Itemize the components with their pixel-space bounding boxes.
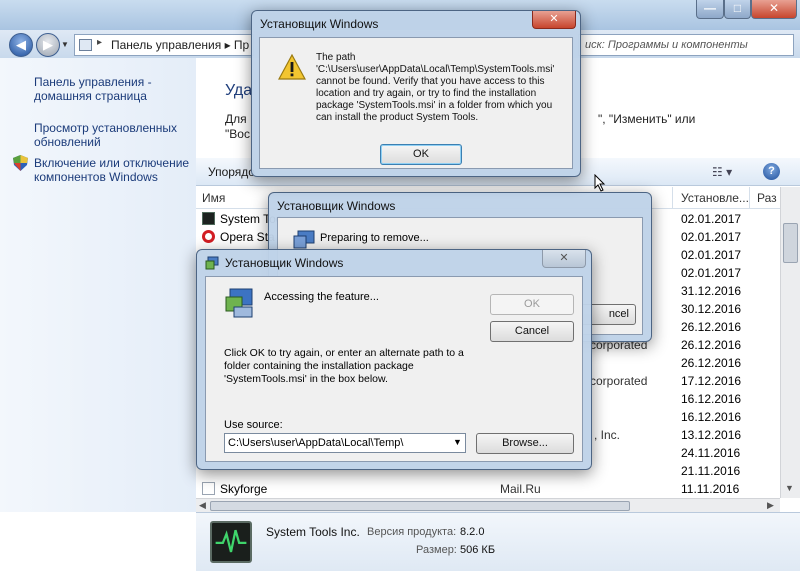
cancel-button[interactable]: Cancel bbox=[490, 321, 574, 342]
column-name[interactable]: Имя bbox=[202, 191, 225, 205]
scrollbar-thumb[interactable] bbox=[783, 223, 798, 263]
description-line-2: "Вос bbox=[225, 127, 250, 141]
source-path-combobox[interactable]: C:\Users\user\AppData\Local\Temp\ ▼ bbox=[224, 433, 466, 453]
remove-message: Preparing to remove... bbox=[320, 232, 429, 244]
details-publisher: System Tools Inc. bbox=[266, 525, 360, 539]
dialog-body: Accessing the feature... OK Cancel Click… bbox=[205, 276, 583, 462]
table-row[interactable]: Skyforge Mail.Ru 11.11.2016 bbox=[196, 480, 780, 498]
chevron-down-icon[interactable]: ▼ bbox=[453, 437, 462, 447]
address-bar[interactable]: ▸ Панель управления ▸ Пр bbox=[74, 34, 254, 56]
document-icon bbox=[202, 482, 215, 495]
horizontal-scrollbar[interactable]: ◀ ▶ bbox=[196, 498, 780, 512]
close-button[interactable]: ✕ bbox=[751, 0, 797, 19]
row-date: 16.12.2016 bbox=[681, 392, 742, 406]
row-publisher: , Inc. bbox=[594, 428, 621, 442]
minimize-button[interactable]: — bbox=[696, 0, 724, 19]
system-tools-icon bbox=[210, 521, 252, 563]
row-date: 26.12.2016 bbox=[681, 356, 742, 370]
scrollbar-thumb[interactable] bbox=[210, 501, 630, 511]
installer-icon bbox=[293, 230, 315, 249]
error-dialog: Установщик Windows ✕ The path 'C:\Users\… bbox=[251, 10, 581, 177]
accessing-message: Accessing the feature... bbox=[264, 291, 379, 303]
row-date: 24.11.2016 bbox=[681, 446, 741, 460]
close-button[interactable]: ✕ bbox=[532, 11, 576, 29]
row-date: 02.01.2017 bbox=[681, 248, 742, 262]
row-date: 13.12.2016 bbox=[681, 428, 742, 442]
description-line-1: Для bbox=[225, 112, 247, 126]
back-button[interactable]: ◀ bbox=[9, 33, 33, 57]
mouse-cursor-icon bbox=[594, 174, 606, 192]
row-name: Skyforge bbox=[220, 482, 268, 496]
page-description: Для "Вос bbox=[225, 112, 250, 142]
source-dialog: Установщик Windows ✕ Accessing the featu… bbox=[196, 249, 592, 470]
dialog-title: Установщик Windows bbox=[225, 256, 344, 270]
sidebar: Панель управления - домашняя страница Пр… bbox=[0, 58, 196, 512]
close-button[interactable]: ✕ bbox=[542, 250, 586, 268]
row-date: 02.01.2017 bbox=[681, 266, 742, 280]
browse-button[interactable]: Browse... bbox=[476, 433, 574, 454]
history-dropdown-icon[interactable]: ▼ bbox=[61, 40, 69, 49]
page-title: Уда bbox=[225, 82, 253, 99]
installer-icon bbox=[225, 288, 253, 318]
sidebar-features-link[interactable]: Включение или отключение компонентов Win… bbox=[34, 156, 194, 184]
details-size-label: Размер: bbox=[416, 544, 457, 556]
scroll-left-icon[interactable]: ◀ bbox=[199, 500, 206, 511]
sidebar-home-link[interactable]: Панель управления - домашняя страница bbox=[34, 75, 194, 103]
address-text: Панель управления ▸ Пр bbox=[111, 38, 250, 52]
scroll-down-icon[interactable]: ▼ bbox=[785, 483, 794, 493]
instructions-text: Click OK to try again, or enter an alter… bbox=[224, 347, 464, 385]
column-divider[interactable] bbox=[749, 187, 750, 209]
arrow-right-icon: ▶ bbox=[43, 37, 53, 52]
row-date: 17.12.2016 bbox=[681, 374, 742, 388]
arrow-left-icon: ◀ bbox=[16, 37, 26, 52]
details-version: 8.2.0 bbox=[460, 526, 485, 538]
use-source-label: Use source: bbox=[224, 419, 283, 431]
row-date: 30.12.2016 bbox=[681, 302, 742, 316]
error-message: The path 'C:\Users\user\AppData\Local\Te… bbox=[316, 52, 555, 123]
row-date: 26.12.2016 bbox=[681, 320, 742, 334]
help-icon[interactable]: ? bbox=[763, 163, 780, 180]
view-options-button[interactable]: ☷ ▾ bbox=[712, 165, 732, 179]
dialog-body: The path 'C:\Users\user\AppData\Local\Te… bbox=[259, 37, 573, 169]
warning-icon bbox=[278, 54, 306, 80]
chevron-right-icon: ▸ bbox=[97, 37, 103, 48]
details-version-label: Версия продукта: bbox=[367, 526, 457, 538]
row-date: 11.11.2016 bbox=[681, 482, 740, 496]
source-path-value: C:\Users\user\AppData\Local\Temp\ bbox=[228, 437, 404, 449]
details-pane: System Tools Inc. Версия продукта: 8.2.0… bbox=[196, 512, 800, 571]
installer-icon bbox=[205, 256, 219, 270]
row-name: Opera Sta bbox=[220, 230, 275, 244]
search-placeholder: иск: Программы и компоненты bbox=[585, 39, 748, 51]
organize-button[interactable]: Упорядо bbox=[208, 165, 255, 179]
forward-button[interactable]: ▶ bbox=[36, 33, 60, 57]
row-date: 31.12.2016 bbox=[681, 284, 742, 298]
row-date: 16.12.2016 bbox=[681, 410, 742, 424]
maximize-button[interactable]: □ bbox=[724, 0, 751, 19]
ok-button[interactable]: OK bbox=[490, 294, 574, 315]
row-date: 02.01.2017 bbox=[681, 230, 742, 244]
row-date: 02.01.2017 bbox=[681, 212, 742, 226]
column-size[interactable]: Раз bbox=[757, 191, 777, 205]
shield-icon bbox=[13, 155, 28, 171]
row-date: 21.11.2016 bbox=[681, 464, 741, 478]
scroll-right-icon[interactable]: ▶ bbox=[767, 500, 774, 511]
system-tools-icon bbox=[202, 212, 215, 225]
vertical-scrollbar[interactable]: ▼ bbox=[780, 187, 800, 498]
row-publisher: Mail.Ru bbox=[500, 482, 541, 496]
opera-icon bbox=[202, 230, 215, 243]
dialog-title: Установщик Windows bbox=[277, 199, 396, 213]
details-size: 506 КБ bbox=[460, 544, 496, 556]
row-date: 26.12.2016 bbox=[681, 338, 742, 352]
row-publisher: corporated bbox=[590, 374, 648, 388]
dialog-title: Установщик Windows bbox=[260, 17, 379, 31]
search-input[interactable]: иск: Программы и компоненты bbox=[578, 34, 794, 56]
control-panel-icon bbox=[79, 39, 92, 51]
ok-button[interactable]: OK bbox=[380, 144, 462, 165]
column-installed[interactable]: Установле... bbox=[681, 191, 749, 205]
page-description-right: ", "Изменить" или bbox=[598, 112, 696, 126]
sidebar-updates-link[interactable]: Просмотр установленных обновлений bbox=[34, 121, 194, 149]
column-divider[interactable] bbox=[672, 187, 673, 209]
